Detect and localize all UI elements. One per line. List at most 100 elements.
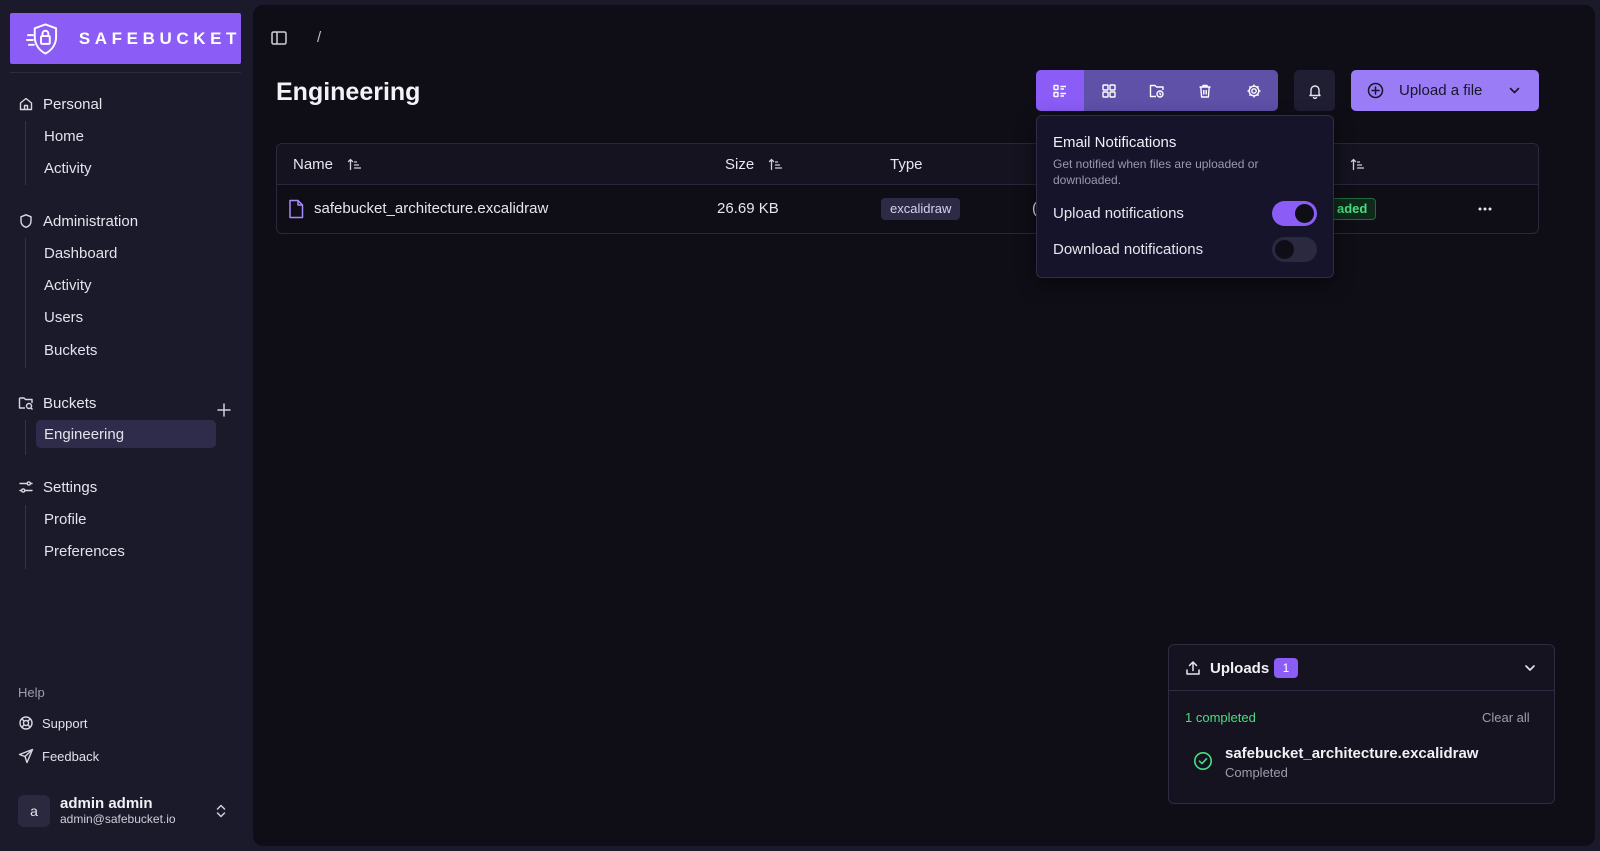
uploads-header[interactable]: Uploads 1 <box>1169 645 1554 691</box>
upload-icon <box>1186 661 1200 675</box>
life-buoy-icon <box>19 716 33 730</box>
sidebar-item-users[interactable]: Users <box>36 303 216 331</box>
nav-group-administration[interactable]: Administration <box>18 210 138 232</box>
download-notifications-toggle[interactable] <box>1272 237 1317 262</box>
sort-icon[interactable] <box>347 157 362 172</box>
trash-icon <box>1199 84 1211 98</box>
toggle-knob <box>1275 240 1294 259</box>
user-email: admin@safebucket.io <box>60 812 176 826</box>
notifications-button[interactable] <box>1294 70 1335 111</box>
nav-tree-line <box>25 505 26 569</box>
upload-item-name: safebucket_architecture.excalidraw <box>1225 745 1479 762</box>
popover-title: Email Notifications <box>1053 134 1177 151</box>
file-size: 26.69 KB <box>717 200 779 217</box>
nav-tree-line <box>25 420 26 455</box>
view-toolbar <box>1036 70 1278 111</box>
support-link[interactable]: Support <box>18 715 88 731</box>
folder-search-icon <box>18 397 33 410</box>
table-row[interactable]: safebucket_architecture.excalidraw 26.69… <box>277 185 1538 233</box>
chevron-up-down-icon <box>216 804 226 818</box>
user-menu[interactable]: a admin admin admin@safebucket.io <box>18 793 238 829</box>
uploads-completed-count: 1 completed <box>1185 710 1256 725</box>
sidebar-item-label: Engineering <box>44 425 125 443</box>
nav-tree-line <box>25 121 26 185</box>
add-bucket-icon[interactable] <box>216 402 232 418</box>
sidebar-item-dashboard[interactable]: Dashboard <box>36 239 216 267</box>
toggle-knob <box>1295 204 1314 223</box>
upload-notifications-toggle[interactable] <box>1272 201 1317 226</box>
sidebar-item-activity[interactable]: Activity <box>36 154 216 182</box>
main-content: / Engineering Upload a file Name Size Ty… <box>253 5 1595 846</box>
nav-group-settings[interactable]: Settings <box>18 476 97 498</box>
sidebar-item-admin-buckets[interactable]: Buckets <box>36 336 216 364</box>
shield-icon <box>20 214 32 228</box>
brand-logo[interactable]: SAFEBUCKET <box>10 13 241 64</box>
nav-group-label: Buckets <box>43 394 97 412</box>
upload-file-button[interactable]: Upload a file <box>1351 70 1539 111</box>
column-header-type[interactable]: Type <box>890 156 923 173</box>
avatar: a <box>18 795 50 827</box>
breadcrumb: / <box>317 29 322 46</box>
upload-item-status: Completed <box>1225 765 1288 780</box>
grid-icon <box>1101 83 1116 98</box>
popover-description: Get notified when files are uploaded or … <box>1053 157 1259 187</box>
list-icon <box>1053 84 1067 97</box>
sidebar-item-label: Profile <box>44 510 87 528</box>
divider <box>10 72 241 73</box>
uploads-panel: Uploads 1 1 completed Clear all safebuck… <box>1168 644 1555 804</box>
page-title: Engineering <box>276 78 421 106</box>
column-label: Type <box>890 156 923 173</box>
nav-group-personal[interactable]: Personal <box>18 93 102 115</box>
file-name[interactable]: safebucket_architecture.excalidraw <box>314 200 548 217</box>
brand-name: SAFEBUCKET <box>78 28 241 48</box>
nav-group-label: Settings <box>43 478 98 496</box>
user-name: admin admin <box>60 795 153 812</box>
uploads-title: Uploads <box>1210 660 1270 677</box>
notifications-popover: Email Notifications Get notified when fi… <box>1036 115 1334 278</box>
sidebar-item-preferences[interactable]: Preferences <box>36 537 216 565</box>
gear-icon <box>1247 84 1261 97</box>
more-actions-icon[interactable] <box>1476 200 1494 218</box>
sidebar: SAFEBUCKET Personal Home Activity Admini… <box>0 0 252 851</box>
feedback-link[interactable]: Feedback <box>18 748 99 764</box>
upload-notifications-label: Upload notifications <box>1053 205 1184 222</box>
sidebar-item-label: Home <box>44 127 85 145</box>
sidebar-toggle-icon[interactable] <box>270 29 288 47</box>
file-type-badge: excalidraw <box>881 198 961 220</box>
column-label: Name <box>293 156 334 173</box>
sidebar-item-profile[interactable]: Profile <box>36 505 216 533</box>
sort-icon[interactable] <box>768 157 783 172</box>
help-section-label: Help <box>18 685 45 700</box>
folder-activity-button[interactable] <box>1133 70 1181 111</box>
check-circle-icon <box>1194 752 1212 770</box>
nav-group-label: Administration <box>43 212 139 230</box>
send-icon <box>18 748 34 764</box>
download-notifications-label: Download notifications <box>1053 241 1204 258</box>
sidebar-item-label: Buckets <box>44 341 98 359</box>
upload-button-label: Upload a file <box>1399 82 1483 99</box>
sidebar-item-label: Dashboard <box>44 244 118 262</box>
nav-tree-line <box>25 238 26 368</box>
grid-view-button[interactable] <box>1084 70 1132 111</box>
sort-icon[interactable] <box>1350 157 1365 172</box>
feedback-label: Feedback <box>42 748 100 764</box>
nav-group-buckets[interactable]: Buckets <box>18 392 96 414</box>
trash-button[interactable] <box>1181 70 1229 111</box>
files-table: Name Size Type safebucket_architecture.e… <box>276 143 1539 234</box>
column-header-size[interactable]: Size <box>725 156 783 173</box>
file-icon <box>289 199 304 219</box>
sidebar-item-label: Users <box>44 308 84 326</box>
support-label: Support <box>42 715 88 731</box>
sidebar-item-engineering[interactable]: Engineering <box>36 420 216 448</box>
bucket-settings-button[interactable] <box>1230 70 1278 111</box>
chevron-down-icon[interactable] <box>1523 661 1537 675</box>
chevron-down-icon[interactable] <box>1507 83 1522 98</box>
sliders-icon <box>19 481 33 493</box>
sidebar-item-home[interactable]: Home <box>36 122 216 150</box>
bell-icon <box>1308 84 1321 99</box>
sidebar-item-admin-activity[interactable]: Activity <box>36 271 216 299</box>
table-header: Name Size Type <box>277 144 1538 185</box>
column-header-name[interactable]: Name <box>293 156 362 173</box>
clear-all-button[interactable]: Clear all <box>1482 710 1530 725</box>
list-view-button[interactable] <box>1036 70 1085 111</box>
